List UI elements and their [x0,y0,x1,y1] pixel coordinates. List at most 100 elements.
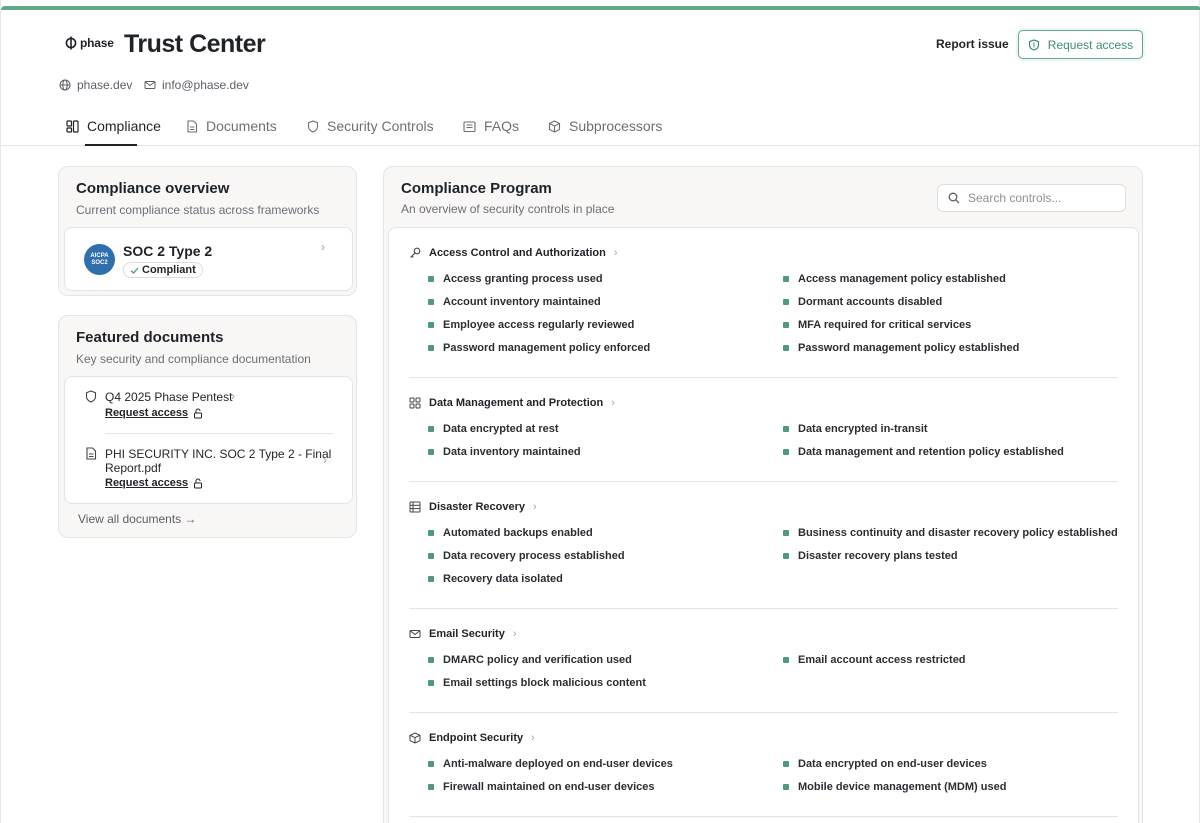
tab-security-controls[interactable]: Security Controls [307,118,434,134]
shield-icon [307,119,319,133]
search-icon [948,192,960,204]
compliance-program-card: Compliance Program An overview of securi… [383,166,1143,823]
tab-documents[interactable]: Documents [186,118,277,134]
tab-subprocessors-label: Subprocessors [569,118,663,134]
section-title: Access Control and Authorization [429,247,606,259]
document-icon [86,447,97,460]
page-title: Trust Center [124,30,266,58]
mail-icon [144,81,156,89]
check-icon [130,267,139,274]
section-disaster-recovery[interactable]: Disaster Recovery › [409,501,537,513]
mail-icon [409,630,421,638]
control-item: MFA required for critical services [783,319,971,331]
section-divider [409,712,1118,713]
section-title: Data Management and Protection [429,397,604,409]
tab-bar: Compliance Documents Security Controls F… [1,108,1200,146]
chevron-right-icon: › [531,732,535,744]
featured-documents-card: Featured documents Key security and comp… [58,315,357,538]
request-access-link-pentest[interactable]: Request access [105,407,203,419]
page-frame: phase Trust Center Report issue Request … [0,0,1200,823]
report-issue-link[interactable]: Report issue [936,37,1009,51]
control-item: Data management and retention policy est… [783,446,1064,458]
control-item: Data encrypted on end-user devices [783,758,987,770]
layout-icon [66,119,79,133]
section-endpoint-security[interactable]: Endpoint Security › [409,732,535,744]
globe-icon [59,79,71,91]
badge-line-2: SOC2 [91,259,108,266]
doc-title-line-2: Report.pdf [105,461,162,475]
divider [105,433,333,434]
tab-security-controls-label: Security Controls [327,118,434,134]
compliance-overview-subtitle: Current compliance status across framewo… [76,203,320,217]
control-item: DMARC policy and verification used [428,654,632,666]
email-text: info@phase.dev [162,78,249,92]
email-link[interactable]: info@phase.dev [144,78,249,92]
website-link[interactable]: phase.dev [59,78,132,92]
tab-faqs-label: FAQs [484,118,520,134]
server-icon [409,501,421,513]
brand-logo[interactable]: phase [64,36,114,50]
section-title: Email Security [429,628,505,640]
request-access-text: Request access [105,477,189,489]
search-input[interactable] [968,191,1118,205]
control-item: Mobile device management (MDM) used [783,781,1006,793]
control-item: Access granting process used [428,273,603,285]
controls-panel: Access Control and Authorization › Acces… [388,227,1139,823]
compliance-overview-title: Compliance overview [76,180,230,197]
cube-icon [548,119,561,133]
compliance-program-title: Compliance Program [401,180,552,197]
section-title: Endpoint Security [429,732,524,744]
view-all-documents-link[interactable]: View all documents → [78,512,197,526]
website-text: phase.dev [77,78,133,92]
tab-faqs[interactable]: FAQs [463,118,519,134]
control-item: Recovery data isolated [428,573,563,585]
control-item: Business continuity and disaster recover… [783,527,1118,539]
documents-list: Q4 2025 Phase Pentest › Request access P… [64,376,353,504]
tab-compliance[interactable]: Compliance [66,118,161,134]
control-item: Password management policy enforced [428,342,650,354]
control-item: Email settings block malicious content [428,677,646,689]
control-item: Data recovery process established [428,550,625,562]
chevron-right-icon: › [512,628,517,640]
chevron-right-icon: › [231,389,235,403]
control-item: Automated backups enabled [428,527,593,539]
control-item: Firewall maintained on end-user devices [428,781,655,793]
request-access-link-soc2[interactable]: Request access [105,477,203,489]
grid-icon [409,397,421,409]
featured-documents-title: Featured documents [76,329,224,346]
tab-subprocessors[interactable]: Subprocessors [548,118,662,134]
document-title-soc2-report[interactable]: PHI SECURITY INC. SOC 2 Type 2 - Final R… [105,447,331,475]
document-title-pentest[interactable]: Q4 2025 Phase Pentest [105,390,232,404]
chevron-right-icon: › [533,501,537,513]
key-icon [410,247,421,258]
section-divider [409,816,1118,817]
tab-documents-label: Documents [206,118,277,134]
framework-soc2-item[interactable]: AICPA SOC2 SOC 2 Type 2 Compliant › [64,227,353,291]
framework-name: SOC 2 Type 2 [123,243,213,259]
shield-icon [85,390,97,403]
chevron-right-icon: › [321,240,325,254]
book-icon [463,120,476,132]
section-access-control[interactable]: Access Control and Authorization › [409,247,618,259]
section-email-security[interactable]: Email Security › [409,628,517,640]
chevron-right-icon: › [611,397,615,409]
unlock-icon [194,408,203,418]
control-item: Access management policy established [783,273,1006,285]
compliance-overview-card: Compliance overview Current compliance s… [58,166,357,296]
control-item: Dormant accounts disabled [783,296,942,308]
status-badge-text: Compliant [142,264,196,276]
soc2-badge: AICPA SOC2 [84,244,115,275]
control-item: Disaster recovery plans tested [783,550,958,562]
featured-documents-subtitle: Key security and compliance documentatio… [76,352,311,366]
section-data-management[interactable]: Data Management and Protection › [409,397,615,409]
control-item: Employee access regularly reviewed [428,319,634,331]
phase-logo-icon [65,36,77,50]
accent-top-bar [1,6,1200,10]
control-item: Password management policy established [783,342,1019,354]
chevron-right-icon: › [613,247,618,259]
search-controls-field[interactable] [937,184,1126,212]
request-access-button[interactable]: Request access [1018,30,1143,59]
document-icon [187,119,198,133]
request-access-label: Request access [1047,37,1134,52]
doc-title-line-1: PHI SECURITY INC. SOC 2 Type 2 - Final [105,447,332,461]
